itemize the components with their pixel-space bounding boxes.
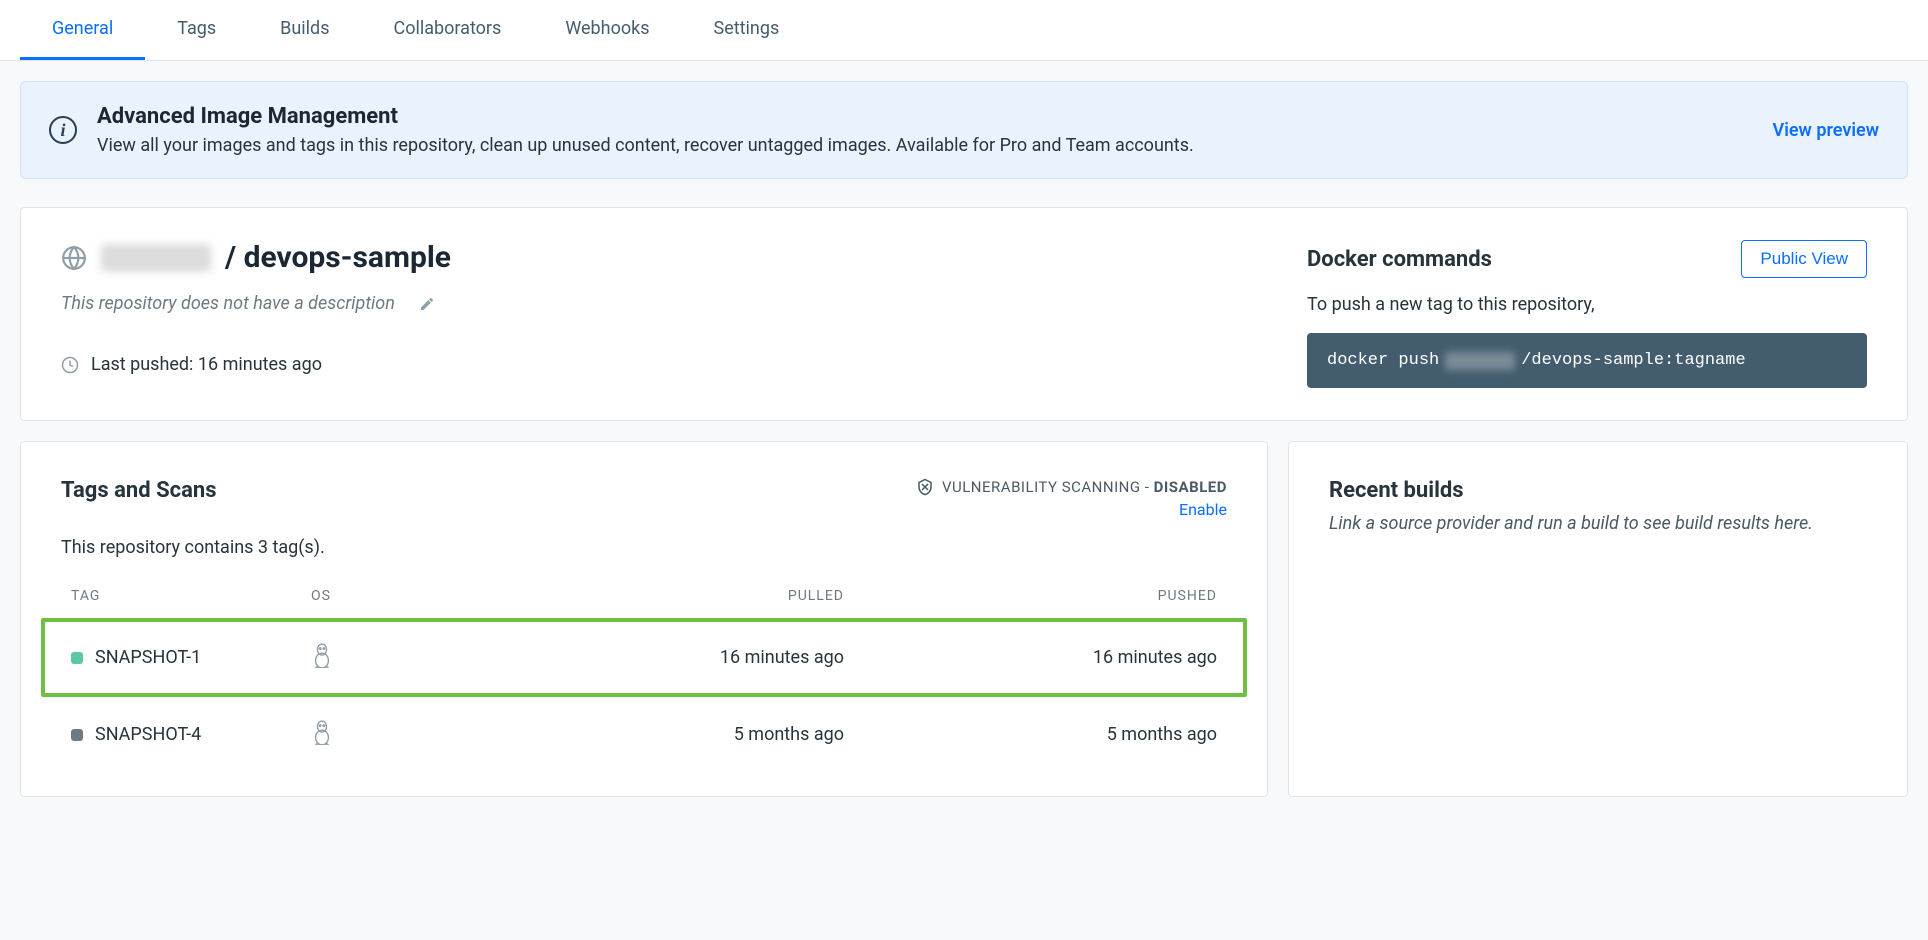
tab-tags[interactable]: Tags — [145, 0, 248, 60]
tab-builds[interactable]: Builds — [248, 0, 361, 60]
status-dot — [71, 729, 83, 741]
cmd-owner-redacted — [1445, 352, 1515, 370]
tags-card: Tags and Scans VULNERABILITY SCANNING - … — [20, 441, 1268, 797]
recent-builds-desc: Link a source provider and run a build t… — [1329, 513, 1867, 534]
tab-general[interactable]: General — [20, 0, 145, 60]
pulled-value: 16 minutes ago — [471, 647, 844, 668]
os-linux-icon — [311, 642, 471, 673]
globe-icon — [61, 245, 87, 271]
aim-banner: i Advanced Image Management View all you… — [20, 81, 1908, 179]
info-icon: i — [49, 116, 77, 144]
repo-title: / devops-sample — [61, 240, 1267, 275]
banner-title: Advanced Image Management — [97, 104, 1194, 129]
edit-icon[interactable] — [419, 296, 435, 312]
clock-icon — [61, 356, 79, 374]
docker-push-text: To push a new tag to this repository, — [1307, 294, 1867, 315]
pushed-value: 16 minutes ago — [844, 647, 1217, 668]
shield-icon — [916, 478, 934, 496]
pulled-value: 5 months ago — [471, 724, 844, 745]
tag-count: This repository contains 3 tag(s). — [61, 537, 1227, 558]
enable-link[interactable]: Enable — [916, 500, 1227, 519]
builds-card: Recent builds Link a source provider and… — [1288, 441, 1908, 797]
status-dot — [71, 652, 83, 664]
vuln-status: VULNERABILITY SCANNING - DISABLED — [916, 478, 1227, 496]
repo-name: devops-sample — [244, 240, 451, 275]
tag-table-header: TAG OS PULLED PUSHED — [61, 588, 1227, 618]
docker-commands-title: Docker commands — [1307, 247, 1492, 272]
recent-builds-title: Recent builds — [1329, 478, 1867, 503]
banner-desc: View all your images and tags in this re… — [97, 135, 1194, 156]
tag-name-text: SNAPSHOT-4 — [95, 724, 201, 745]
docker-push-command[interactable]: docker push /devops-sample:tagname — [1307, 333, 1867, 388]
public-view-button[interactable]: Public View — [1741, 240, 1867, 278]
tabs-nav: GeneralTagsBuildsCollaboratorsWebhooksSe… — [0, 0, 1928, 61]
pushed-value: 5 months ago — [844, 724, 1217, 745]
tab-settings[interactable]: Settings — [682, 0, 812, 60]
tab-webhooks[interactable]: Webhooks — [533, 0, 681, 60]
tag-name-text: SNAPSHOT-1 — [95, 647, 201, 668]
tab-collaborators[interactable]: Collaborators — [362, 0, 534, 60]
repo-card: / devops-sample This repository does not… — [20, 207, 1908, 421]
owner-redacted — [101, 244, 211, 272]
repo-description-placeholder: This repository does not have a descript… — [61, 293, 395, 314]
table-row[interactable]: SNAPSHOT-1 16 minutes ago16 minutes ago — [41, 618, 1247, 697]
view-preview-link[interactable]: View preview — [1773, 120, 1880, 141]
tags-scans-title: Tags and Scans — [61, 478, 217, 503]
table-row[interactable]: SNAPSHOT-4 5 months ago5 months ago — [61, 697, 1227, 772]
os-linux-icon — [311, 719, 471, 750]
last-pushed-text: Last pushed: 16 minutes ago — [91, 354, 322, 375]
